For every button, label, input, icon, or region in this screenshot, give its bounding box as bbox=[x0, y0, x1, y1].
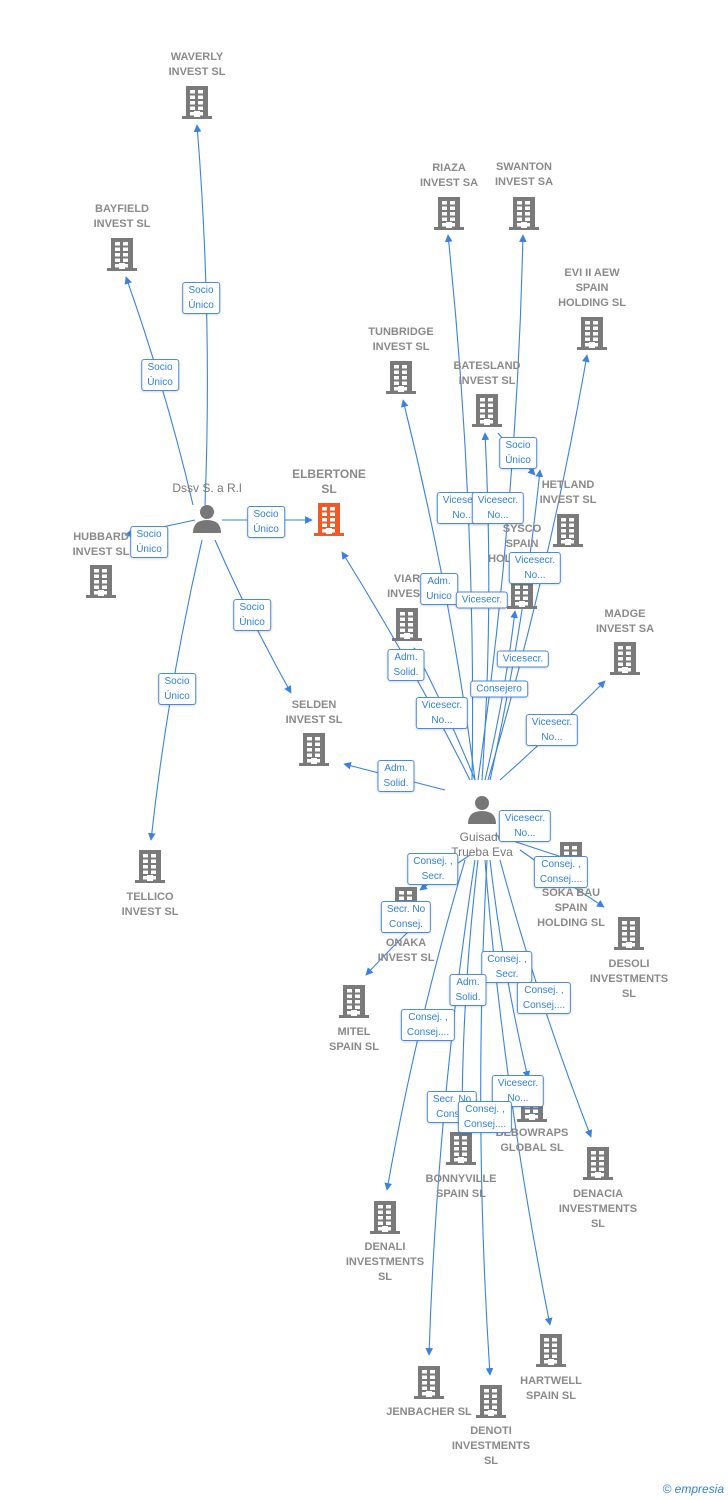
node-label-denacia[interactable]: DENACIA INVESTMENTS SL bbox=[528, 1187, 668, 1232]
building-icon[interactable] bbox=[536, 1334, 566, 1367]
node-label-denali[interactable]: DENALI INVESTMENTS SL bbox=[315, 1240, 455, 1285]
node-label-bayfield[interactable]: BAYFIELD INVEST SL bbox=[52, 202, 192, 232]
edge-label[interactable]: Consej. , Secr. bbox=[481, 951, 533, 983]
building-icon[interactable] bbox=[370, 1201, 400, 1234]
edge-label[interactable]: Consej. , Consej.... bbox=[516, 982, 572, 1014]
edge-label[interactable]: Vicesecr. bbox=[496, 650, 550, 668]
node-label-denoti[interactable]: DENOTI INVESTMENTS SL bbox=[421, 1424, 561, 1469]
edge-label[interactable]: Consej. , Secr. bbox=[407, 853, 459, 885]
building-icon[interactable] bbox=[509, 197, 539, 230]
edge-label[interactable]: Adm. Solid. bbox=[387, 649, 425, 681]
edge-label[interactable]: Socio Único bbox=[182, 282, 220, 314]
building-icon[interactable] bbox=[86, 565, 116, 598]
network-diagram: WAVERLY INVEST SL BAYFIELD INVEST SL RIAZA… bbox=[0, 0, 728, 1500]
edge-label[interactable]: Vicesecr. No... bbox=[415, 697, 469, 729]
building-icon[interactable] bbox=[299, 733, 329, 766]
edge-label[interactable]: Consejero bbox=[470, 680, 528, 698]
node-label-tunbridge[interactable]: TUNBRIDGE INVEST SL bbox=[331, 325, 471, 355]
edge-label[interactable]: Socio Único bbox=[233, 599, 271, 631]
building-icon[interactable] bbox=[135, 850, 165, 883]
node-label-onaka[interactable]: ONAKA INVEST SL bbox=[336, 936, 476, 966]
node-label-jenbacher[interactable]: JENBACHER SL bbox=[359, 1405, 499, 1420]
edge-label[interactable]: Secr. No Consej. bbox=[380, 901, 432, 933]
edge-label[interactable]: Socio Único bbox=[130, 526, 168, 558]
building-icon[interactable] bbox=[577, 317, 607, 350]
edge-label[interactable]: Socio Único bbox=[499, 437, 537, 469]
node-label-swanton[interactable]: SWANTON INVEST SA bbox=[454, 160, 594, 190]
node-label-waverly[interactable]: WAVERLY INVEST SL bbox=[127, 50, 267, 80]
building-icon[interactable] bbox=[610, 642, 640, 675]
building-icon[interactable] bbox=[339, 985, 369, 1018]
edge-label[interactable]: Socio Único bbox=[141, 359, 179, 391]
edge-label[interactable]: Vicesecr. No... bbox=[471, 492, 525, 524]
node-label-selden[interactable]: SELDEN INVEST SL bbox=[244, 698, 384, 728]
node-label-bonnyville[interactable]: BONNYVILLE SPAIN SL bbox=[391, 1172, 531, 1202]
node-label-batesland[interactable]: BATESLAND INVEST SL bbox=[417, 359, 557, 389]
edge-label[interactable]: Socio Único bbox=[247, 506, 285, 538]
building-icon[interactable] bbox=[386, 361, 416, 394]
building-icon[interactable] bbox=[414, 1366, 444, 1399]
edge-label[interactable]: Consej. , Consej.... bbox=[533, 856, 589, 888]
edge-label[interactable]: Consej. , Consej.... bbox=[400, 1009, 456, 1041]
edge-label[interactable]: Adm. Solid. bbox=[449, 974, 487, 1006]
edge-label[interactable]: Socio Único bbox=[158, 673, 196, 705]
edge-label[interactable]: Vicesecr. No... bbox=[508, 552, 562, 584]
building-icon[interactable] bbox=[182, 86, 212, 119]
edge-label[interactable]: Adm. Solid. bbox=[377, 760, 415, 792]
building-icon[interactable] bbox=[472, 394, 502, 427]
edge-label[interactable]: Vicesecr. bbox=[455, 591, 509, 609]
copyright: © empresia bbox=[662, 1482, 724, 1496]
person-icon[interactable] bbox=[193, 505, 221, 533]
building-icon[interactable] bbox=[107, 238, 137, 271]
node-label-madge[interactable]: MADGE INVEST SA bbox=[555, 607, 695, 637]
edge-label[interactable]: Vicesecr. No... bbox=[498, 810, 552, 842]
building-icon[interactable] bbox=[434, 197, 464, 230]
person-icon[interactable] bbox=[468, 796, 496, 824]
node-label-elbertone[interactable]: ELBERTONE SL bbox=[259, 467, 399, 497]
node-label-dssv[interactable]: Dssv S. a R.l bbox=[137, 481, 277, 496]
node-label-soka[interactable]: SOKA BAU SPAIN HOLDING SL bbox=[501, 886, 641, 931]
node-label-desoli[interactable]: DESOLI INVESTMENTS SL bbox=[559, 957, 699, 1002]
edge-label[interactable]: Vicesecr. No... bbox=[525, 714, 579, 746]
building-icon[interactable] bbox=[392, 608, 422, 641]
edge-dssv-waverly bbox=[193, 124, 208, 506]
building-icon[interactable] bbox=[314, 503, 344, 536]
node-label-hartwell[interactable]: HARTWELL SPAIN SL bbox=[481, 1374, 621, 1404]
node-label-evi[interactable]: EVI II AEW SPAIN HOLDING SL bbox=[522, 266, 662, 311]
edge-label[interactable]: Adm. Unico bbox=[420, 573, 458, 605]
edge-label[interactable]: Consej. , Consej.... bbox=[457, 1101, 513, 1133]
node-label-tellico[interactable]: TELLICO INVEST SL bbox=[80, 890, 220, 920]
